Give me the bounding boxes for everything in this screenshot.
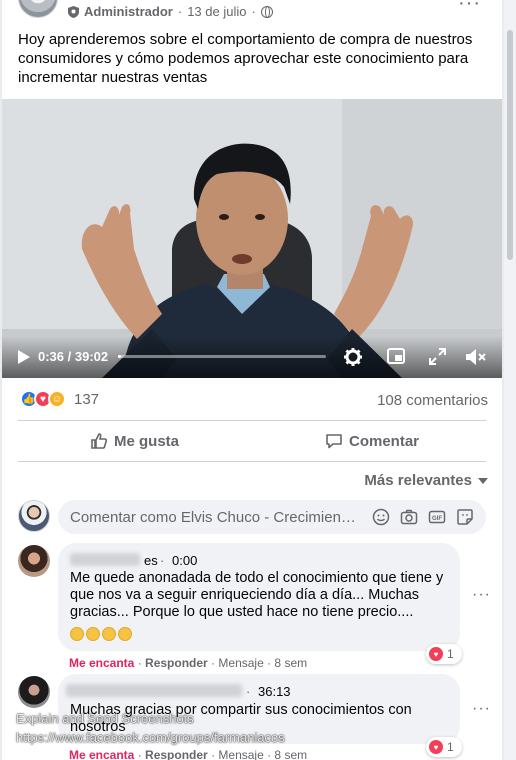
sort-label: Más relevantes xyxy=(364,472,472,489)
separator-dot: · xyxy=(251,4,256,19)
comment-icon xyxy=(326,434,342,449)
comment-input[interactable]: Comentar como Elvis Chuco - Crecimiento.… xyxy=(58,500,486,534)
comment-reaction-count: 1 xyxy=(447,740,454,754)
comment-more-icon[interactable]: ··· xyxy=(472,700,491,718)
clap-emoji-icon xyxy=(70,627,84,641)
comments-count[interactable]: 108 comentarios xyxy=(377,392,488,409)
commenter-name-redacted xyxy=(70,553,140,566)
comment-timestamp[interactable]: 0:00 xyxy=(172,553,197,568)
comment-button[interactable]: Comentar xyxy=(325,432,419,450)
post-text: Hoy aprenderemos sobre el comportamiento… xyxy=(18,31,473,86)
play-icon[interactable] xyxy=(18,350,30,364)
comment-reactions[interactable]: ♥ 1 xyxy=(426,737,462,757)
comment-text: Me quede anonadada de todo el conocimien… xyxy=(70,570,444,620)
separator-dot: · xyxy=(246,684,251,699)
comment-input-placeholder: Comentar como Elvis Chuco - Crecimiento.… xyxy=(70,509,360,526)
thumbs-up-emoji-icon xyxy=(102,627,116,641)
watermark-line: Explain and Send Screenshots xyxy=(16,711,194,726)
separator-dot: · xyxy=(177,4,183,19)
sort-dropdown[interactable]: Más relevantes xyxy=(364,472,488,489)
caret-down-icon xyxy=(478,477,488,484)
watermark-line: https://www.facebook.com/groups/farmania… xyxy=(16,730,285,745)
reactions-summary[interactable]: 👍 ♥ ☺ 137 xyxy=(20,390,99,408)
thumbs-up-emoji-icon xyxy=(118,627,132,641)
comment-reaction-count: 1 xyxy=(447,647,454,661)
settings-icon[interactable] xyxy=(343,347,363,367)
separator-dot: · xyxy=(137,656,146,670)
globe-icon xyxy=(260,5,273,18)
reaction-count[interactable]: 137 xyxy=(74,391,99,408)
video-progress-bar[interactable] xyxy=(118,355,326,358)
comment-actions: Me encanta · Responder · Mensaje · 8 sem xyxy=(69,748,307,760)
separator-dot: · xyxy=(160,553,165,568)
divider xyxy=(18,461,486,462)
svg-text:GIF: GIF xyxy=(432,516,442,522)
comment-bubble: es · 0:00 Me quede anonadada de todo el … xyxy=(58,543,460,651)
reply-link[interactable]: Responder xyxy=(145,656,208,670)
comment-meta[interactable]: · Mensaje · 8 sem xyxy=(211,748,307,760)
comment-more-icon[interactable]: ··· xyxy=(472,586,491,604)
comment-timestamp[interactable]: 36:13 xyxy=(258,684,291,699)
commenter-name-tail[interactable]: es xyxy=(144,553,158,568)
video-time: 0:36 / 39:02 xyxy=(38,349,109,364)
shield-icon xyxy=(68,5,79,18)
love-link[interactable]: Me encanta xyxy=(69,748,134,760)
post-meta: Administrador · 13 de julio · xyxy=(68,4,273,19)
camera-icon[interactable] xyxy=(400,508,418,526)
composer-avatar xyxy=(18,500,50,532)
love-link[interactable]: Me encanta xyxy=(69,656,134,670)
like-label: Me gusta xyxy=(114,432,180,450)
like-button[interactable]: Me gusta xyxy=(90,432,179,450)
author-role[interactable]: Administrador xyxy=(84,4,173,19)
scrollbar-thumb[interactable] xyxy=(507,30,513,260)
post-date[interactable]: 13 de julio xyxy=(187,4,246,19)
post-header: Administrador · 13 de julio · ··· xyxy=(2,0,502,26)
comment-label: Comentar xyxy=(349,432,420,450)
fullscreen-icon[interactable] xyxy=(429,348,446,365)
more-horizontal-icon[interactable]: ··· xyxy=(458,0,481,15)
commenter-avatar[interactable] xyxy=(18,545,50,577)
emoji-row xyxy=(70,627,132,641)
love-reaction-icon: ♥ xyxy=(429,740,443,754)
author-avatar[interactable] xyxy=(18,0,58,18)
divider xyxy=(18,420,486,421)
comment-actions: Me encanta · Responder · Mensaje · 8 sem xyxy=(69,656,307,670)
gif-icon[interactable]: GIF xyxy=(428,508,446,526)
comment-meta[interactable]: · Mensaje · 8 sem xyxy=(211,656,307,670)
volume-muted-icon[interactable] xyxy=(465,347,487,367)
commenter-name-redacted xyxy=(66,684,242,697)
post-card: Administrador · 13 de julio · ··· Hoy ap… xyxy=(2,0,502,760)
video-progress-fill xyxy=(118,355,122,358)
clap-emoji-icon xyxy=(86,627,100,641)
picture-in-picture-icon[interactable] xyxy=(387,348,405,364)
commenter-avatar[interactable] xyxy=(18,676,50,708)
reply-link[interactable]: Responder xyxy=(145,748,208,760)
care-reaction-icon: ☺ xyxy=(48,390,66,408)
sticker-icon[interactable] xyxy=(456,508,474,526)
love-reaction-icon: ♥ xyxy=(429,647,443,661)
comment-reactions[interactable]: ♥ 1 xyxy=(426,644,462,664)
emoji-icon[interactable] xyxy=(372,508,390,526)
thumbs-up-icon xyxy=(91,433,108,449)
separator-dot: · xyxy=(137,748,146,760)
